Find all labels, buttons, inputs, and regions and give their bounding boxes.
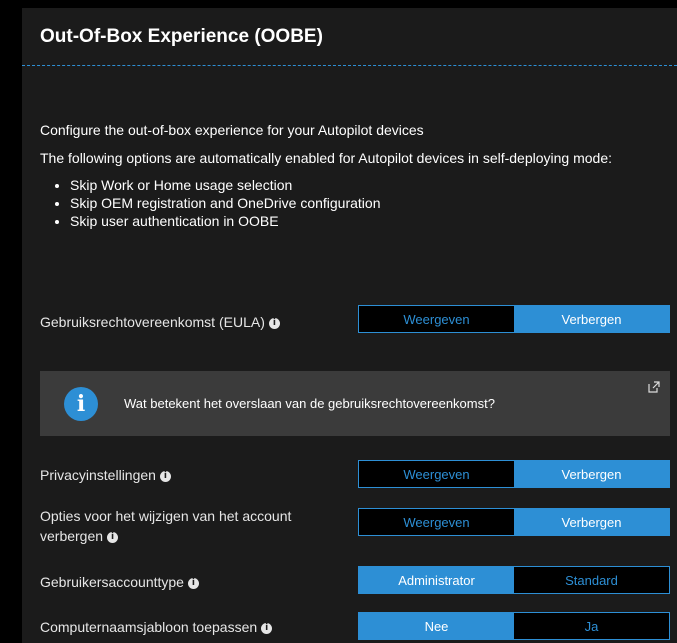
intro-line-2: The following options are automatically … — [40, 150, 613, 166]
account-change-hide-button[interactable]: Verbergen — [514, 509, 669, 535]
list-item: Skip user authentication in OOBE — [70, 212, 660, 230]
info-banner-text[interactable]: Wat betekent het overslaan van de gebrui… — [124, 396, 495, 411]
external-link-icon[interactable] — [648, 381, 660, 393]
page-title: Out-Of-Box Experience (OOBE) — [40, 25, 323, 47]
bullet-list: Skip Work or Home usage selection Skip O… — [40, 176, 660, 230]
account-type-standard-button[interactable]: Standard — [514, 567, 669, 593]
info-banner[interactable]: i Wat betekent het overslaan van de gebr… — [40, 371, 670, 436]
account-type-admin-button[interactable]: Administrator — [359, 567, 514, 593]
eula-show-button[interactable]: Weergeven — [359, 306, 514, 332]
account-type-toggle[interactable]: Administrator Standard — [358, 566, 670, 594]
info-icon[interactable]: i — [187, 577, 199, 589]
privacy-hide-button[interactable]: Verbergen — [514, 461, 669, 487]
eula-label: Gebruiksrechtovereenkomst (EULA) i — [40, 312, 340, 332]
account-change-label: Opties voor het wijzigen van het account… — [40, 508, 292, 544]
intro-line-1: Configure the out-of-box experience for … — [40, 122, 424, 138]
computer-name-label: Computernaamsjabloon toepassen i — [40, 617, 340, 637]
computer-name-toggle[interactable]: Nee Ja — [358, 612, 670, 640]
privacy-label: Privacyinstellingen i — [40, 465, 340, 485]
info-icon: i — [64, 386, 98, 421]
intro-section: Configure the out-of-box experience for … — [40, 120, 660, 230]
info-icon[interactable]: i — [268, 317, 280, 329]
eula-toggle[interactable]: Weergeven Verbergen — [358, 305, 670, 333]
list-item: Skip OEM registration and OneDrive confi… — [70, 194, 660, 212]
privacy-toggle[interactable]: Weergeven Verbergen — [358, 460, 670, 488]
list-item: Skip Work or Home usage selection — [70, 176, 660, 194]
privacy-show-button[interactable]: Weergeven — [359, 461, 514, 487]
computer-name-no-button[interactable]: Nee — [359, 613, 514, 639]
oobe-panel: Out-Of-Box Experience (OOBE) Configure t… — [22, 8, 677, 643]
info-icon[interactable]: i — [261, 622, 273, 634]
eula-hide-button[interactable]: Verbergen — [514, 306, 669, 332]
info-icon[interactable]: i — [107, 531, 119, 543]
account-type-label: Gebruikersaccounttype i — [40, 572, 340, 592]
title-bar: Out-Of-Box Experience (OOBE) — [22, 8, 677, 66]
account-change-toggle[interactable]: Weergeven Verbergen — [358, 508, 670, 536]
computer-name-yes-button[interactable]: Ja — [514, 613, 669, 639]
account-change-show-button[interactable]: Weergeven — [359, 509, 514, 535]
info-icon[interactable]: i — [159, 470, 171, 482]
